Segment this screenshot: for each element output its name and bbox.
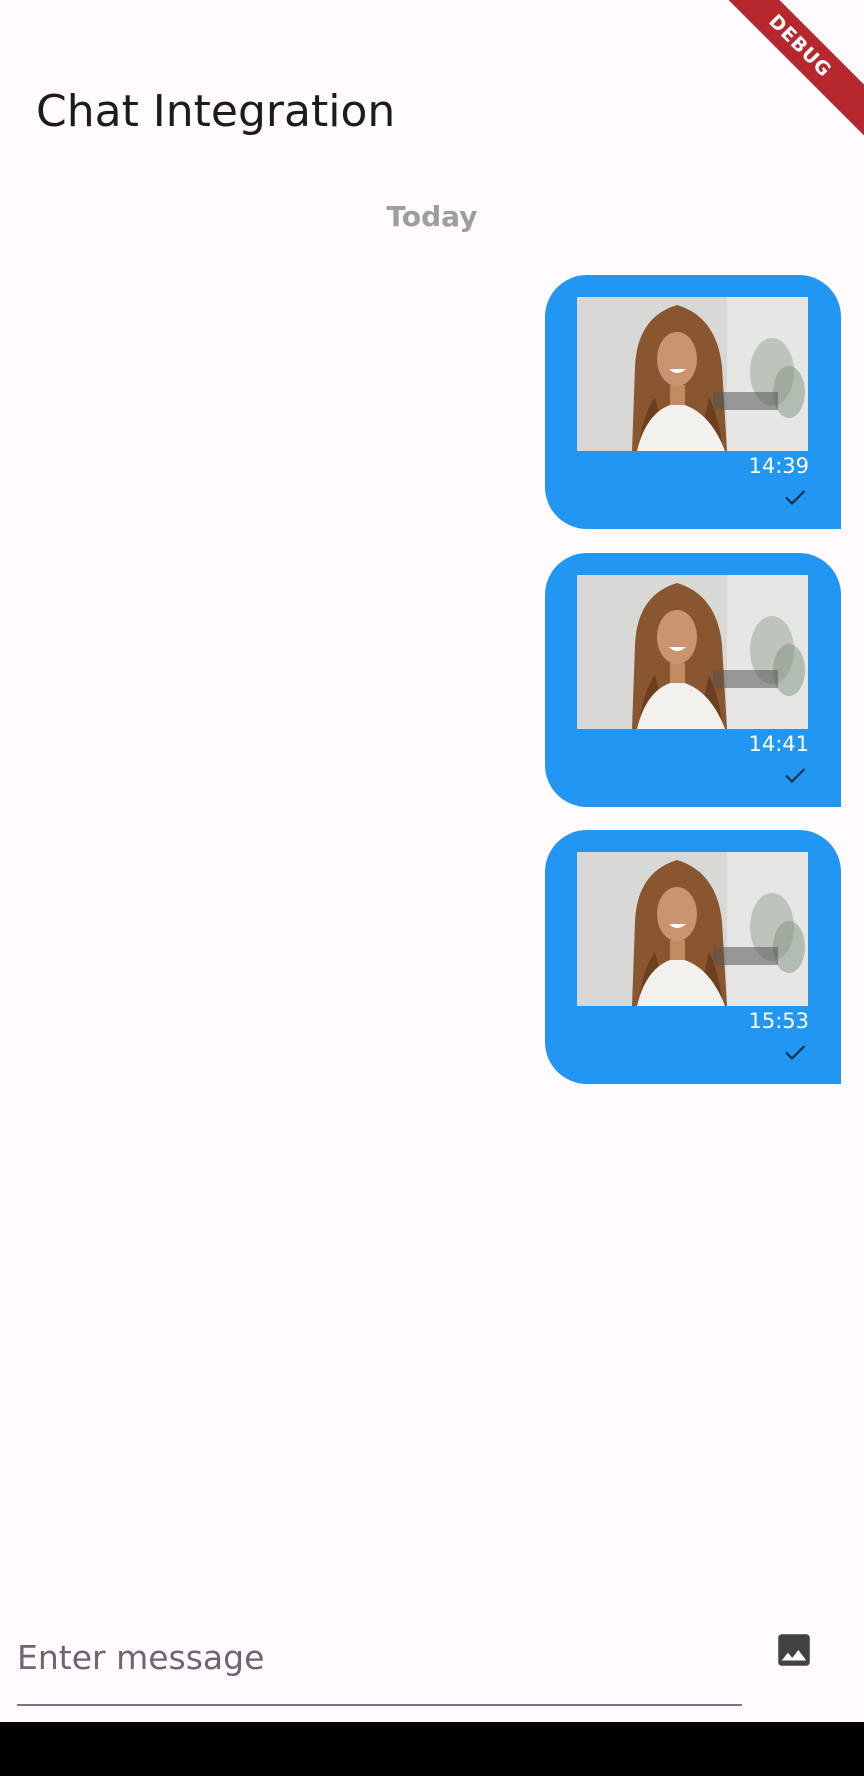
- message-image[interactable]: [577, 297, 808, 451]
- message-bubble[interactable]: 15:53: [545, 830, 841, 1084]
- message-time: 14:39: [748, 454, 809, 478]
- message-input[interactable]: [17, 1610, 742, 1706]
- message-time: 15:53: [748, 1009, 809, 1033]
- image-icon: [773, 1629, 815, 1675]
- debug-banner: DEBUG: [709, 0, 864, 137]
- attach-image-button[interactable]: [768, 1626, 820, 1678]
- message-bubble[interactable]: 14:41: [545, 553, 841, 807]
- check-icon: [783, 485, 807, 509]
- message-image[interactable]: [577, 852, 808, 1006]
- check-icon: [783, 763, 807, 787]
- check-icon: [783, 1040, 807, 1064]
- date-separator: Today: [386, 200, 478, 233]
- system-navigation-bar: [0, 1722, 864, 1776]
- message-time: 14:41: [748, 732, 809, 756]
- message-bubble[interactable]: 14:39: [545, 275, 841, 529]
- page-title: Chat Integration: [36, 86, 396, 137]
- message-image[interactable]: [577, 575, 808, 729]
